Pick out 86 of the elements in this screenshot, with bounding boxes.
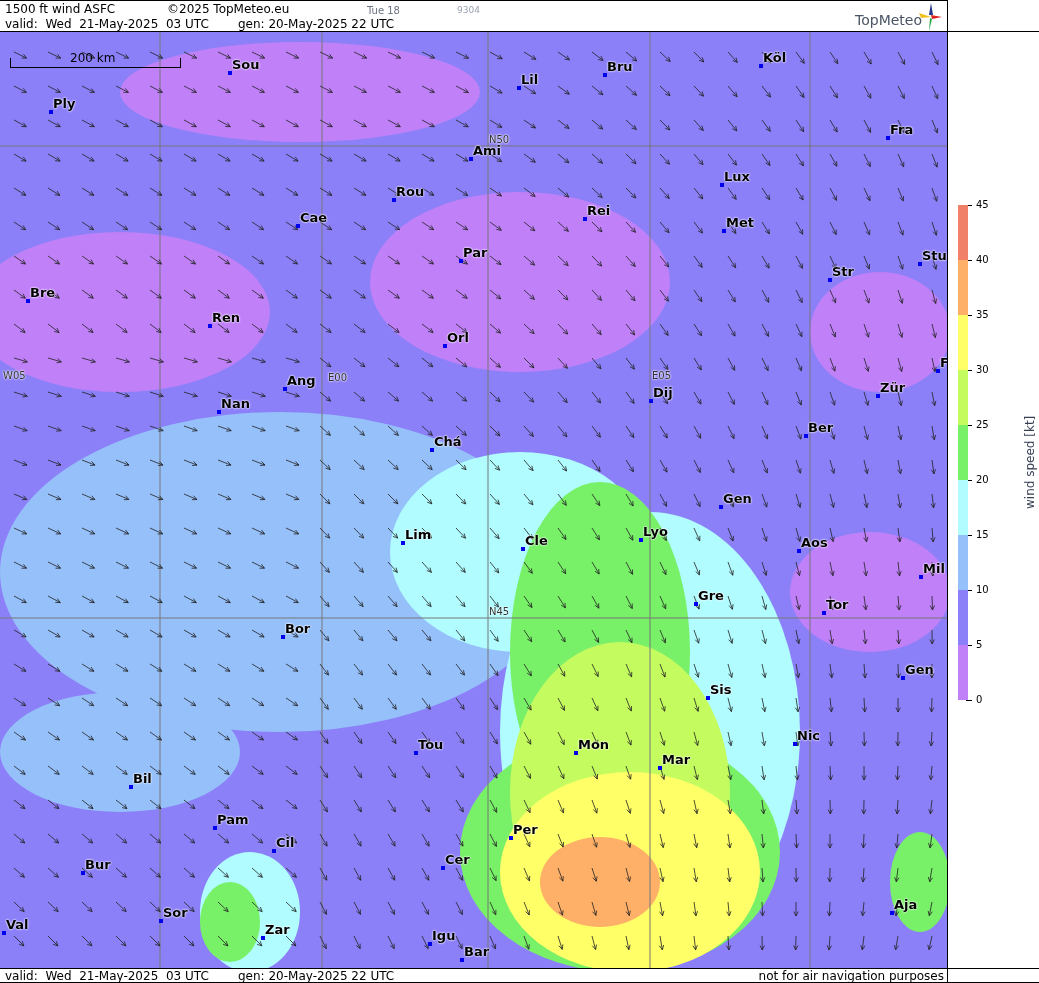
legend-tick-mark bbox=[966, 370, 972, 371]
legend-tick-mark bbox=[966, 315, 972, 316]
city-label: Zar bbox=[265, 922, 290, 937]
city-label: Nan bbox=[221, 396, 250, 411]
city-label: Gen bbox=[723, 491, 752, 506]
city-label: Cae bbox=[300, 210, 328, 225]
city-label: Lil bbox=[521, 72, 539, 87]
city-label: Zür bbox=[880, 380, 906, 395]
generated-time: gen: 20-May-2025 22 UTC bbox=[238, 969, 395, 983]
grid-label: W05 bbox=[3, 370, 26, 382]
copyright-text: ©2025 TopMeteo.eu bbox=[167, 2, 290, 17]
city-label: Orl bbox=[447, 330, 469, 345]
city-label: Rou bbox=[396, 184, 425, 199]
city-label: Bar bbox=[464, 944, 490, 959]
city-label: Mar bbox=[662, 752, 691, 767]
city-label: Met bbox=[726, 215, 754, 230]
city-label: Gre bbox=[698, 588, 724, 603]
city-label: Köl bbox=[763, 50, 787, 65]
legend-tick-mark bbox=[966, 480, 972, 481]
city-label: Bor bbox=[285, 621, 311, 636]
city-label: Pam bbox=[217, 812, 249, 827]
city-label: Nic bbox=[797, 728, 821, 743]
city-label: Str bbox=[832, 264, 854, 279]
legend-tick-mark bbox=[966, 260, 972, 261]
legend-tick-label: 30 bbox=[976, 364, 989, 376]
city-label: Par bbox=[463, 245, 488, 260]
city-label: Per bbox=[513, 822, 538, 837]
city-label: Cil bbox=[276, 835, 295, 850]
city-label: Ang bbox=[287, 373, 316, 388]
city-label: Bil bbox=[133, 771, 152, 786]
city-label: Ply bbox=[53, 96, 76, 111]
grid-label: N50 bbox=[489, 134, 510, 145]
legend-tick-label: 0 bbox=[976, 694, 983, 706]
city-label: Sou bbox=[232, 57, 260, 72]
city-label: Ami bbox=[473, 143, 502, 158]
legend-tick-label: 15 bbox=[976, 529, 989, 541]
legend-tick-mark bbox=[966, 590, 972, 591]
legend-tick-mark bbox=[966, 425, 972, 426]
city-label: Lux bbox=[724, 169, 750, 184]
code-label: 9304 bbox=[457, 4, 480, 17]
legend-tick-mark bbox=[966, 535, 972, 536]
logo-text: TopMeteo bbox=[855, 13, 922, 28]
legend-tick-mark bbox=[966, 645, 972, 646]
city-label: F bbox=[940, 355, 947, 370]
legend-tick-label: 45 bbox=[976, 199, 989, 211]
city-label: Val bbox=[6, 917, 29, 932]
product-title: 1500 ft wind ASFC bbox=[5, 2, 116, 17]
legend-tick-label: 5 bbox=[976, 639, 983, 651]
city-label: Sor bbox=[163, 905, 188, 920]
legend-tick-mark bbox=[966, 700, 972, 701]
city-label: Aos bbox=[801, 535, 828, 550]
grid-label: E00 bbox=[328, 372, 348, 384]
city-label: Fra bbox=[890, 122, 914, 137]
legend-tick-label: 20 bbox=[976, 474, 989, 486]
city-label: Ren bbox=[212, 310, 241, 325]
city-label: Bre bbox=[30, 285, 56, 300]
city-label: Igu bbox=[432, 928, 456, 943]
city-label: Bur bbox=[85, 857, 111, 872]
legend-tick-label: 25 bbox=[976, 419, 989, 431]
city-label: Mil bbox=[923, 561, 945, 576]
legend-title: wind speed [kt] bbox=[1023, 414, 1037, 509]
legend-tick-mark bbox=[966, 205, 972, 206]
valid-time: valid: Wed 21-May-2025 03 UTC bbox=[5, 969, 209, 983]
legend-tick-label: 10 bbox=[976, 584, 989, 596]
legend-tick-label: 35 bbox=[976, 309, 989, 321]
city-label: Bru bbox=[607, 59, 633, 74]
city-label: Tou bbox=[418, 737, 444, 752]
city-label: Gen bbox=[905, 662, 934, 677]
city-label: Ber bbox=[808, 420, 834, 435]
city-label: Sis bbox=[710, 682, 732, 697]
city-label: Dij bbox=[653, 385, 673, 400]
city-label: Tor bbox=[826, 597, 849, 612]
day-label: Tue 18 bbox=[367, 4, 400, 18]
city-label: Stu bbox=[922, 248, 947, 263]
disclaimer-text: not for air navigation purposes bbox=[758, 969, 944, 983]
legend-tick-label: 40 bbox=[976, 254, 989, 266]
city-label: Rei bbox=[587, 203, 611, 218]
city-label: Chá bbox=[434, 434, 462, 449]
generated-time: gen: 20-May-2025 22 UTC bbox=[238, 17, 395, 32]
scale-label: 200 km bbox=[70, 51, 116, 65]
grid-label: N45 bbox=[489, 606, 510, 618]
city-label: Mon bbox=[578, 737, 610, 752]
city-label: Lim bbox=[405, 527, 432, 542]
grid-label: E05 bbox=[652, 370, 672, 382]
valid-time: valid: Wed 21-May-2025 03 UTC bbox=[5, 17, 209, 32]
city-label: Aja bbox=[894, 897, 918, 912]
